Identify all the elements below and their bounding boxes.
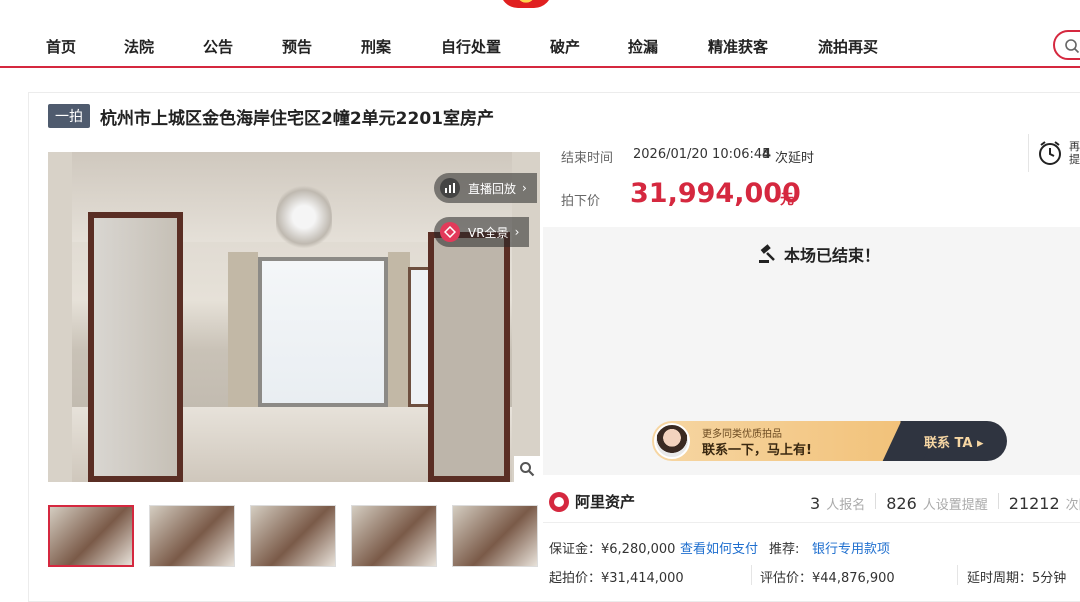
nav-criminal[interactable]: 刑案 (361, 36, 391, 57)
divider (957, 565, 958, 585)
view-count: 21212 (1008, 494, 1060, 513)
nav-home[interactable]: 首页 (46, 36, 76, 57)
divider (751, 565, 752, 585)
nav-bankruptcy[interactable]: 破产 (550, 36, 580, 57)
live-replay-button[interactable]: 直播回放 › (434, 173, 537, 203)
nav-self-disposal[interactable]: 自行处置 (441, 36, 501, 57)
thumbnail[interactable] (48, 505, 134, 567)
auction-ended-status: 本场已结束！ (758, 242, 880, 266)
auction-stats: 3 人报名 826 人设置提醒 21212 次围 (810, 493, 1080, 513)
reminder-button[interactable]: 再 提 (1028, 134, 1080, 172)
ali-logo-icon (549, 491, 569, 512)
price-label: 拍下价 (561, 194, 601, 209)
bar-chart-icon (440, 178, 460, 198)
chandelier (276, 182, 332, 252)
final-price: 31,994,000 (630, 178, 801, 209)
how-to-pay-link[interactable]: 查看如何支付 (680, 538, 758, 557)
avatar (654, 423, 690, 459)
thumbnail[interactable] (250, 505, 336, 567)
gavel-icon (759, 244, 775, 263)
nav-notice[interactable]: 公告 (203, 36, 233, 57)
bank-loan-link[interactable]: 银行专用款项 (812, 538, 890, 557)
court-emblem (500, 0, 552, 8)
top-nav: 首页 法院 公告 预告 刑案 自行处置 破产 捡漏 精准获客 流拍再买 (0, 22, 1080, 68)
price-unit: 元 (780, 192, 794, 208)
alarm-clock-icon (1039, 141, 1061, 165)
banner-title: 联系一下，马上有! (702, 443, 812, 458)
ali-assets-logo: 阿里资产 (549, 491, 635, 512)
thumbnail[interactable] (351, 505, 437, 567)
vr-tour-button[interactable]: VR全景 › (434, 217, 530, 247)
chevron-right-icon: › (514, 225, 520, 239)
view-count-label: 次围 (1065, 498, 1080, 513)
signup-count: 3 (810, 494, 821, 513)
title-row: 一拍 杭州市上城区金色海岸住宅区2幢2单元2201室房产 (48, 104, 494, 129)
reminder-count: 826 (886, 494, 917, 513)
extend-count: 4 (762, 147, 772, 162)
nav-bargain[interactable]: 捡漏 (628, 36, 658, 57)
chevron-right-icon: › (522, 181, 527, 195)
search-icon (1065, 39, 1080, 54)
reminder-label: 再 提 (1069, 140, 1080, 166)
nav-court[interactable]: 法院 (124, 36, 154, 57)
zoom-button[interactable] (514, 456, 540, 482)
start-price: 起拍价：¥31,414,000 (549, 571, 684, 586)
nav-precise-leads[interactable]: 精准获客 (708, 36, 768, 57)
auction-round-tag: 一拍 (48, 104, 90, 128)
contact-cta[interactable]: 联系 TA ▸ (924, 432, 984, 451)
signup-label: 人报名 (826, 498, 866, 513)
appraisal-price: 评估价：¥44,876,900 (760, 571, 895, 586)
magnifier-icon (520, 462, 535, 477)
deposit-value: 保证金：¥6,280,000 (549, 542, 676, 557)
vr-icon (440, 222, 460, 242)
contact-banner[interactable]: 更多同类优质拍品 联系一下，马上有! 联系 TA ▸ (652, 421, 1007, 461)
reminder-count-label: 人设置提醒 (922, 498, 988, 513)
search-box[interactable] (1053, 30, 1080, 60)
nav-preview[interactable]: 预告 (282, 36, 312, 57)
delay-period: 延时周期：5分钟 (967, 571, 1067, 586)
divider (543, 522, 1080, 523)
nav-unsold-rebuy[interactable]: 流拍再买 (818, 36, 878, 57)
item-title: 杭州市上城区金色海岸住宅区2幢2单元2201室房产 (100, 108, 494, 129)
end-time-label: 结束时间 (561, 151, 614, 166)
thumbnail[interactable] (149, 505, 235, 567)
end-time-value: 2026/01/20 10:06:45 (633, 147, 771, 162)
live-replay-label: 直播回放 (468, 181, 517, 196)
thumbnail-strip (48, 505, 553, 567)
vr-label: VR全景 (468, 225, 509, 240)
banner-subtitle: 更多同类优质拍品 (702, 429, 782, 440)
extend-suffix: 次延时 (775, 151, 815, 166)
recommend-label: 推荐: (769, 542, 800, 557)
thumbnail[interactable] (452, 505, 538, 567)
